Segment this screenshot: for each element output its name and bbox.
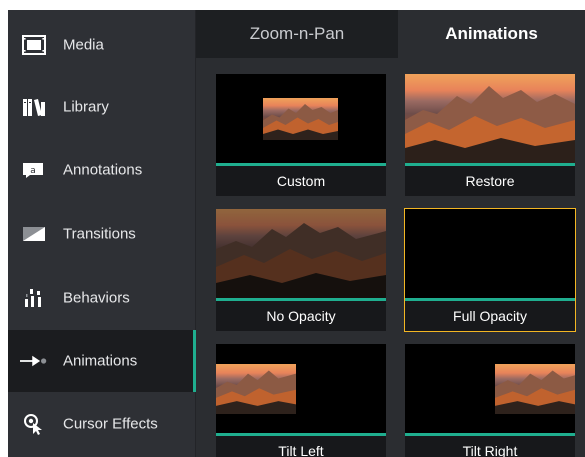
animation-presets-grid: Custom Restore No Opacity Full Opacity T…: [196, 58, 585, 457]
sidebar-item-transitions[interactable]: Transitions: [8, 203, 196, 265]
preset-thumbnail: [405, 209, 575, 299]
film-strip-icon: [20, 33, 48, 57]
landscape-image: [405, 74, 575, 164]
behaviors-icon: [20, 286, 48, 310]
app-window: Media Library a Annotations Transitions …: [8, 10, 585, 457]
preset-no-opacity[interactable]: No Opacity: [216, 209, 386, 331]
animation-arrow-icon: [20, 349, 48, 373]
preset-thumbnail: [405, 74, 575, 164]
cursor-effects-icon: [20, 412, 48, 436]
preset-label: Tilt Left: [216, 436, 386, 457]
sidebar-item-library[interactable]: Library: [8, 76, 196, 138]
landscape-image: [263, 98, 338, 140]
preset-full-opacity[interactable]: Full Opacity: [404, 208, 576, 332]
landscape-image: [495, 364, 575, 414]
preset-tilt-right[interactable]: Tilt Right: [405, 344, 575, 457]
annotation-icon: a: [20, 158, 48, 182]
landscape-image: [216, 209, 386, 299]
sidebar-item-media[interactable]: Media: [8, 14, 196, 76]
preset-label: Tilt Right: [405, 436, 575, 457]
transition-icon: [20, 222, 48, 246]
preset-thumbnail: [216, 74, 386, 164]
preset-custom[interactable]: Custom: [216, 74, 386, 196]
preset-thumbnail: [216, 344, 386, 434]
sidebar-item-cursor-effects[interactable]: Cursor Effects: [8, 393, 196, 455]
preset-thumbnail: [405, 344, 575, 434]
tab-zoom-n-pan[interactable]: Zoom-n-Pan: [196, 10, 398, 58]
preset-restore[interactable]: Restore: [405, 74, 575, 196]
tab-animations[interactable]: Animations: [398, 10, 585, 58]
books-icon: [20, 95, 48, 119]
preset-label: Restore: [405, 166, 575, 196]
sidebar-item-label: Transitions: [63, 225, 136, 243]
sidebar-item-animations[interactable]: Animations: [8, 330, 196, 392]
preset-thumbnail: [216, 209, 386, 299]
landscape-image: [216, 364, 296, 414]
preset-label: Full Opacity: [405, 301, 575, 331]
sidebar-item-label: Media: [63, 36, 104, 54]
preset-label: Custom: [216, 166, 386, 196]
preset-label: No Opacity: [216, 301, 386, 331]
sidebar-item-label: Animations: [63, 352, 138, 370]
sidebar-item-behaviors[interactable]: Behaviors: [8, 267, 196, 329]
tab-bar: Zoom-n-Pan Animations: [196, 10, 585, 58]
sidebar-item-label: Annotations: [63, 161, 143, 179]
sidebar-item-label: Library: [63, 98, 109, 116]
sidebar-item-label: Cursor Effects: [63, 415, 158, 433]
sidebar-item-annotations[interactable]: a Annotations: [8, 139, 196, 201]
preset-tilt-left[interactable]: Tilt Left: [216, 344, 386, 457]
sidebar: Media Library a Annotations Transitions …: [8, 10, 196, 457]
svg-text:a: a: [30, 166, 36, 176]
sidebar-item-label: Behaviors: [63, 289, 130, 307]
